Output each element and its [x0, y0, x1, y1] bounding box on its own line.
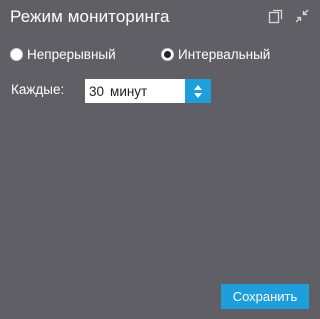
window-controls: [268, 8, 310, 24]
continuous-radio[interactable]: Непрерывный: [10, 47, 116, 62]
radio-button-checked-icon[interactable]: [161, 48, 174, 61]
interval-radio[interactable]: Интервальный: [161, 47, 270, 62]
copy-icon[interactable]: [268, 8, 284, 24]
decrement-arrow-icon[interactable]: [194, 92, 202, 98]
panel-title: Режим мониторинга: [10, 7, 170, 26]
radio-button-icon[interactable]: [10, 48, 23, 61]
interval-stepper[interactable]: 30 минут: [85, 79, 211, 103]
interval-radio-label: Интервальный: [178, 47, 271, 62]
interval-value: 30: [89, 83, 105, 99]
monitoring-mode-panel: Режим мониторинга Непрерывный Интервальн…: [0, 0, 319, 319]
save-button[interactable]: Сохранить: [221, 284, 309, 309]
interval-value-field[interactable]: 30 минут: [85, 79, 185, 103]
mode-radio-group: Непрерывный Интервальный: [10, 47, 319, 67]
continuous-radio-label: Непрерывный: [27, 47, 116, 62]
interval-unit: минут: [110, 83, 148, 99]
collapse-icon[interactable]: [294, 8, 310, 24]
spinner-buttons[interactable]: [185, 79, 211, 103]
interval-label: Каждые:: [11, 82, 65, 97]
increment-arrow-icon[interactable]: [194, 84, 202, 90]
